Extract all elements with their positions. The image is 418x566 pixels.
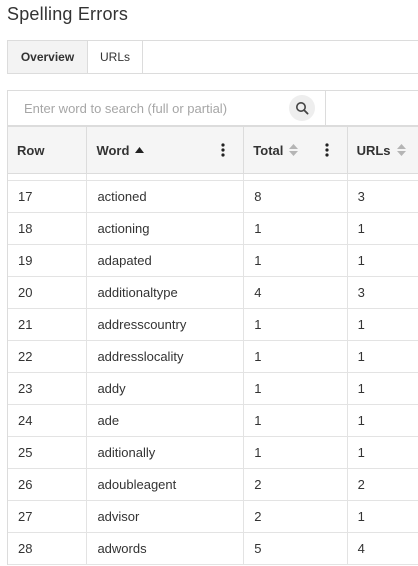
table-body: 17 actioned 8 3 18 actioning 1 1 19 adap… bbox=[8, 181, 418, 565]
cell-total: 1 bbox=[244, 437, 348, 468]
search-bar bbox=[7, 90, 418, 126]
results-table: Row Word Total URLs 17 actioned 8 3 18 a… bbox=[7, 126, 418, 565]
column-header-label: URLs bbox=[356, 142, 391, 158]
cell-urls: 1 bbox=[357, 253, 365, 268]
cell-word: addresslocality bbox=[87, 341, 245, 372]
cell-word: addresscountry bbox=[87, 309, 245, 340]
cell-word: actioning bbox=[87, 213, 245, 244]
cell-total: 1 bbox=[244, 405, 348, 436]
cell-total: 4 bbox=[244, 277, 348, 308]
cell-urls: 1 bbox=[357, 221, 365, 236]
column-header-label: Word bbox=[96, 142, 130, 158]
cell-row: 18 bbox=[8, 213, 88, 244]
tab-urls[interactable]: URLs bbox=[88, 41, 143, 73]
page-title: Spelling Errors bbox=[7, 4, 129, 24]
table-row[interactable]: 17 actioned 8 3 bbox=[8, 181, 418, 213]
search-button[interactable] bbox=[289, 95, 315, 121]
cell-total: 8 bbox=[244, 181, 348, 212]
cell-total: 1 bbox=[244, 245, 348, 276]
cell-row: 20 bbox=[8, 277, 88, 308]
table-row[interactable]: 25 aditionally 1 1 bbox=[8, 437, 418, 469]
search-icon bbox=[296, 102, 309, 115]
cell-row: 28 bbox=[8, 533, 88, 564]
cell-urls: 1 bbox=[357, 509, 365, 524]
column-header-label: Row bbox=[17, 142, 45, 158]
cell-word: adwords bbox=[87, 533, 245, 564]
cell-word: additionaltype bbox=[87, 277, 245, 308]
cell-row: 17 bbox=[8, 181, 88, 212]
cell-word: addy bbox=[87, 373, 245, 404]
cell-row: 25 bbox=[8, 437, 88, 468]
column-header-urls[interactable]: URLs bbox=[348, 127, 418, 173]
table-row[interactable]: 18 actioning 1 1 bbox=[8, 213, 418, 245]
table-row[interactable]: 21 addresscountry 1 1 bbox=[8, 309, 418, 341]
sort-ascending-icon bbox=[135, 147, 145, 153]
cell-row: 24 bbox=[8, 405, 88, 436]
column-menu-icon[interactable] bbox=[221, 143, 225, 160]
cell-urls: 1 bbox=[357, 445, 365, 460]
table-row[interactable]: 20 additionaltype 4 3 bbox=[8, 277, 418, 309]
column-header-word[interactable]: Word bbox=[87, 127, 245, 173]
cell-urls: 4 bbox=[357, 541, 365, 556]
cell-word: advisor bbox=[87, 501, 245, 532]
cell-urls: 1 bbox=[357, 349, 365, 364]
cell-total: 1 bbox=[244, 213, 348, 244]
cell-row: 22 bbox=[8, 341, 88, 372]
cell-urls: 1 bbox=[357, 413, 365, 428]
table-scroll-gap bbox=[8, 174, 418, 181]
cell-total: 1 bbox=[244, 309, 348, 340]
cell-row: 27 bbox=[8, 501, 88, 532]
cell-word: adoubleagent bbox=[87, 469, 245, 500]
cell-row: 19 bbox=[8, 245, 88, 276]
table-row[interactable]: 26 adoubleagent 2 2 bbox=[8, 469, 418, 501]
cell-urls: 3 bbox=[357, 285, 365, 300]
table-row[interactable]: 22 addresslocality 1 1 bbox=[8, 341, 418, 373]
table-row[interactable]: 28 adwords 5 4 bbox=[8, 533, 418, 565]
cell-total: 2 bbox=[244, 469, 348, 500]
tab-overview[interactable]: Overview bbox=[8, 41, 88, 73]
cell-word: actioned bbox=[87, 181, 245, 212]
cell-total: 2 bbox=[244, 501, 348, 532]
table-row[interactable]: 27 advisor 2 1 bbox=[8, 501, 418, 533]
sort-icon bbox=[396, 144, 406, 156]
cell-urls: 3 bbox=[357, 189, 365, 204]
cell-total: 1 bbox=[244, 373, 348, 404]
table-row[interactable]: 24 ade 1 1 bbox=[8, 405, 418, 437]
cell-row: 23 bbox=[8, 373, 88, 404]
cell-urls: 1 bbox=[357, 317, 365, 332]
sort-icon bbox=[289, 144, 299, 156]
column-header-row[interactable]: Row bbox=[8, 127, 88, 173]
column-header-label: Total bbox=[253, 142, 284, 158]
column-header-total[interactable]: Total bbox=[244, 127, 348, 173]
cell-total: 5 bbox=[244, 533, 348, 564]
search-input[interactable] bbox=[22, 92, 281, 124]
tab-bar: Overview URLs bbox=[7, 40, 418, 74]
cell-row: 26 bbox=[8, 469, 88, 500]
cell-word: adapated bbox=[87, 245, 245, 276]
table-row[interactable]: 19 adapated 1 1 bbox=[8, 245, 418, 277]
cell-total: 1 bbox=[244, 341, 348, 372]
cell-row: 21 bbox=[8, 309, 88, 340]
cell-urls: 1 bbox=[357, 381, 365, 396]
cell-word: aditionally bbox=[87, 437, 245, 468]
cell-word: ade bbox=[87, 405, 245, 436]
table-row[interactable]: 23 addy 1 1 bbox=[8, 373, 418, 405]
column-menu-icon[interactable] bbox=[324, 143, 329, 160]
table-header: Row Word Total URLs bbox=[8, 126, 418, 174]
cell-urls: 2 bbox=[357, 477, 365, 492]
search-divider bbox=[325, 91, 326, 125]
